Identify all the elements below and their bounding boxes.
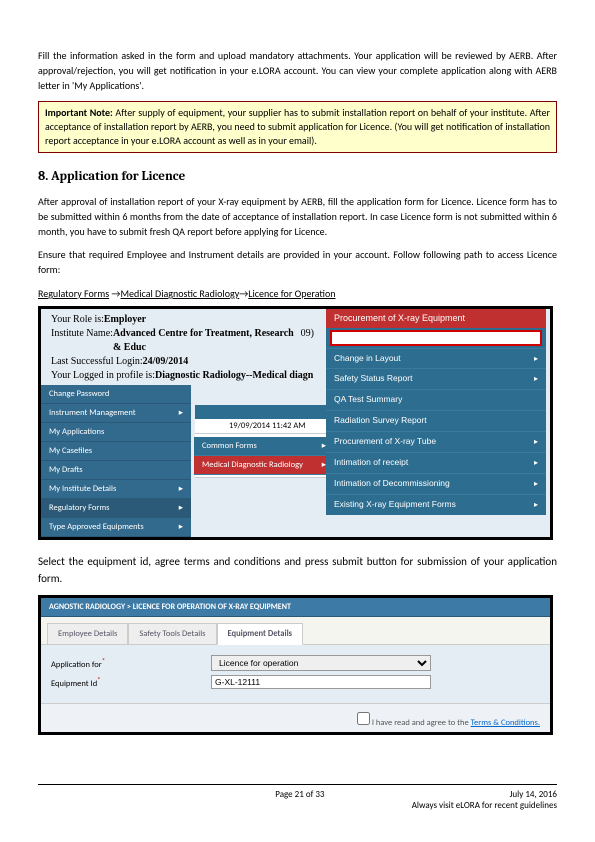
role-label: Your Role is: (51, 313, 104, 327)
menu-item[interactable]: Existing X-ray Equipment Forms▸ (326, 494, 546, 515)
nav-my-institute-details[interactable]: My Institute Details▸ (41, 480, 191, 499)
page-number: Page 21 of 33 (275, 789, 324, 812)
important-note-box: Important Note: After supply of equipmen… (38, 101, 557, 153)
nav-regulatory-forms[interactable]: Regulatory Forms▸ (41, 499, 191, 518)
path-part-1: Regulatory Forms (38, 287, 109, 300)
regulatory-forms-submenu: Common Forms▸ Medical Diagnostic Radiolo… (194, 437, 334, 475)
nav-type-approved-equipments[interactable]: Type Approved Equipments▸ (41, 518, 191, 537)
form-banner: AGNOSTIC RADIOLOGY > LICENCE FOR OPERATI… (41, 598, 550, 617)
application-for-label: Application for* (51, 656, 211, 670)
nav-change-password[interactable]: Change Password (41, 385, 191, 404)
menu-item[interactable]: Intimation of Decommissioning▸ (326, 473, 546, 494)
equipment-id-label: Equipment Id* (51, 675, 211, 689)
form-tabs: Employee Details Safety Tools Details Eq… (41, 617, 550, 645)
licence-paragraph-2: Ensure that required Employee and Instru… (38, 247, 557, 277)
select-equipment-text: Select the equipment id, agree terms and… (38, 554, 557, 587)
login-label: Last Successful Login: (51, 355, 143, 369)
tab-safety-tools-details[interactable]: Safety Tools Details (128, 623, 216, 644)
terms-checkbox[interactable] (357, 712, 370, 725)
screenshot-2: AGNOSTIC RADIOLOGY > LICENCE FOR OPERATI… (38, 595, 553, 735)
highlighted-selection-box[interactable] (330, 330, 542, 346)
tab-employee-details[interactable]: Employee Details (47, 623, 128, 644)
footer-date: July 14, 2016 (412, 789, 557, 801)
path-part-3: Licence for Operation (248, 287, 335, 300)
nav-my-applications[interactable]: My Applications (41, 423, 191, 442)
footer-note: Always visit eLORA for recent guidelines (412, 800, 557, 812)
nav-my-drafts[interactable]: My Drafts (41, 461, 191, 480)
application-for-select[interactable]: Licence for operation (211, 655, 431, 671)
menu-item[interactable]: Safety Status Report▸ (326, 368, 546, 389)
nav-my-casefiles[interactable]: My Casefiles (41, 442, 191, 461)
terms-link[interactable]: Terms & Conditions. (471, 718, 540, 728)
menu-item-procurement-xray[interactable]: Procurement of X-ray Equipment (326, 309, 546, 328)
institute-value: Advanced Centre for Treatment, Research … (113, 327, 301, 355)
terms-text: I have read and agree to the (372, 718, 471, 728)
menu-item[interactable]: Intimation of receipt▸ (326, 452, 546, 473)
menu-item[interactable]: QA Test Summary (326, 389, 546, 410)
note-label: Important Note: (45, 106, 113, 119)
section-heading: 8. Application for Licence (38, 169, 557, 184)
screenshot-1: Your Role is: Employer Institute Name:Ad… (38, 306, 553, 540)
licence-paragraph-1: After approval of installation report of… (38, 194, 557, 239)
navigation-path: Regulatory Forms →Medical Diagnostic Rad… (38, 287, 557, 300)
profile-label: Your Logged in profile is: (51, 369, 155, 383)
terms-row: I have read and agree to the Terms & Con… (41, 703, 550, 732)
profile-value: Diagnostic Radiology--Medical diagn (155, 369, 313, 383)
institute-label: Institute Name: (51, 327, 113, 355)
equipment-id-input[interactable] (211, 675, 431, 689)
submenu-medical-diagnostic-radiology[interactable]: Medical Diagnostic Radiology▸ (194, 456, 334, 475)
menu-item[interactable]: Procurement of X-ray Tube▸ (326, 431, 546, 452)
path-part-2: Medical Diagnostic Radiology (120, 287, 239, 300)
submenu-common-forms[interactable]: Common Forms▸ (194, 437, 334, 456)
menu-item[interactable]: Change in Layout▸ (326, 348, 546, 369)
tab-equipment-details[interactable]: Equipment Details (217, 623, 304, 645)
flyout-menu: Procurement of X-ray Equipment Change in… (326, 309, 546, 515)
nav-instrument-management[interactable]: Instrument Management▸ (41, 404, 191, 423)
role-value: Employer (104, 313, 146, 327)
login-value: 24/09/2014 (143, 355, 189, 369)
menu-item[interactable]: Radiation Survey Report (326, 410, 546, 431)
left-nav: Change Password Instrument Management▸ M… (41, 385, 191, 537)
note-text: After supply of equipment, your supplier… (45, 106, 550, 147)
intro-paragraph: Fill the information asked in the form a… (38, 48, 557, 93)
